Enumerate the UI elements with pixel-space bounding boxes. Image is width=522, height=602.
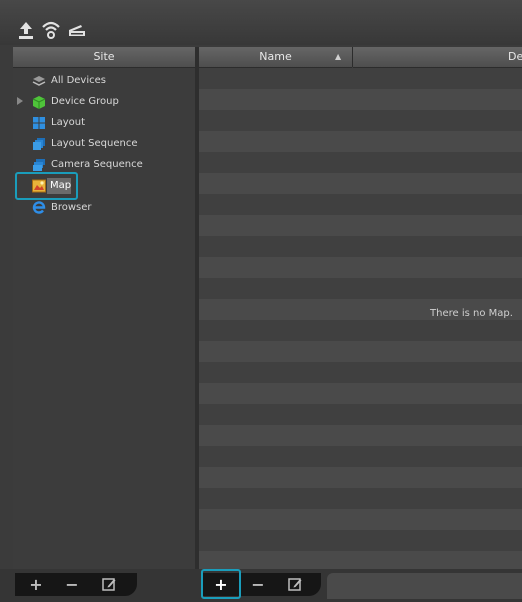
layout-icon bbox=[32, 116, 46, 130]
tree-item-label: Camera Sequence bbox=[51, 159, 143, 170]
scanner-icon[interactable] bbox=[66, 19, 88, 41]
upload-icon[interactable] bbox=[15, 19, 37, 41]
tree-item-label: Layout bbox=[51, 117, 85, 128]
top-toolbar bbox=[0, 0, 522, 45]
expand-arrow-icon[interactable] bbox=[17, 97, 23, 105]
tree-item-browser[interactable]: Browser bbox=[13, 198, 195, 218]
camera-sequence-icon bbox=[32, 158, 46, 172]
wireless-icon[interactable] bbox=[40, 19, 62, 41]
name-column-header[interactable]: Name ▲ bbox=[199, 47, 352, 68]
tree-item-all-devices[interactable]: All Devices bbox=[13, 71, 195, 91]
tree-item-layout-sequence[interactable]: Layout Sequence bbox=[13, 134, 195, 154]
map-selection-frame bbox=[15, 172, 78, 200]
tree-item-label: Browser bbox=[51, 202, 92, 213]
edit-icon bbox=[288, 578, 302, 591]
tree-item-device-group[interactable]: Device Group bbox=[13, 92, 195, 112]
description-column-header[interactable]: De bbox=[353, 47, 522, 68]
tree-item-layout[interactable]: Layout bbox=[13, 113, 195, 133]
remove-map-button[interactable]: − bbox=[246, 573, 270, 596]
add-map-highlight-frame bbox=[201, 569, 241, 599]
edit-icon bbox=[102, 578, 116, 591]
site-panel: Site All Devices Device Group Layout Lay… bbox=[13, 47, 195, 569]
map-list-panel: Name ▲ De There is no Map. bbox=[199, 47, 522, 569]
add-site-button[interactable]: + bbox=[24, 573, 48, 596]
browser-icon bbox=[31, 199, 47, 215]
tree-item-label: Layout Sequence bbox=[51, 138, 138, 149]
edit-site-button[interactable] bbox=[97, 573, 121, 596]
device-group-icon bbox=[32, 95, 46, 109]
layout-sequence-icon bbox=[32, 137, 46, 151]
tree-item-label: All Devices bbox=[51, 75, 106, 86]
site-button-group: + − bbox=[15, 573, 137, 596]
name-column-label: Name bbox=[259, 50, 292, 63]
description-column-label: De bbox=[508, 50, 522, 63]
remove-site-button[interactable]: − bbox=[60, 573, 84, 596]
sort-ascending-icon[interactable]: ▲ bbox=[335, 47, 341, 67]
edit-map-button[interactable] bbox=[283, 573, 307, 596]
all-devices-icon bbox=[32, 74, 46, 88]
empty-list-message: There is no Map. bbox=[430, 308, 513, 319]
site-column-header[interactable]: Site bbox=[13, 47, 195, 68]
bottom-right-panel bbox=[327, 573, 522, 599]
tree-item-label: Device Group bbox=[51, 96, 119, 107]
